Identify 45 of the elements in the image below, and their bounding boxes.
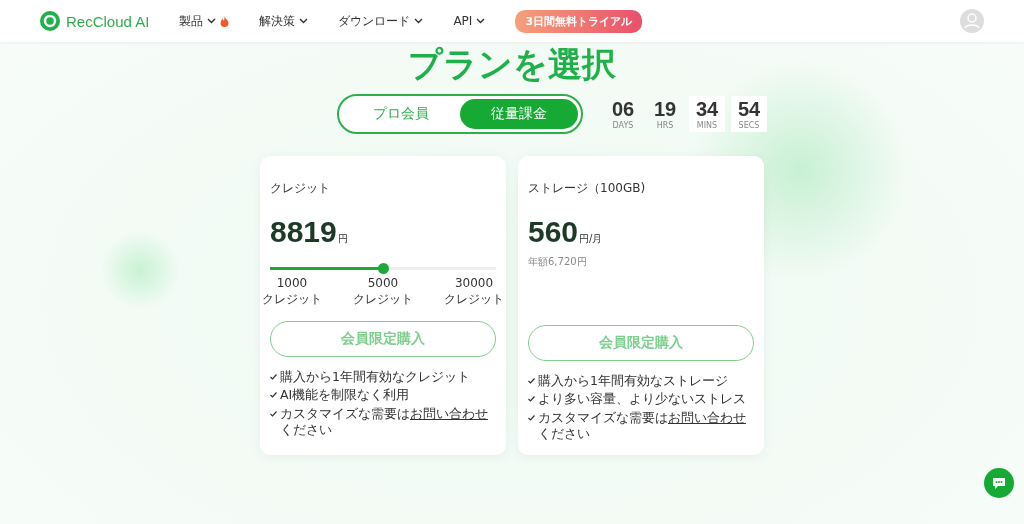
countdown-unit: SECS bbox=[738, 121, 760, 130]
slider-thumb[interactable] bbox=[378, 263, 389, 274]
slider-tick-label: 30000 クレジット bbox=[444, 276, 504, 308]
feature-text: カスタマイズな需要はお問い合わせ ください bbox=[280, 405, 489, 439]
price-unit: 円/月 bbox=[579, 232, 603, 246]
flame-icon bbox=[220, 15, 230, 27]
countdown-unit: HRS bbox=[656, 121, 674, 130]
contact-link[interactable]: お問い合わせ bbox=[410, 405, 488, 421]
chat-icon[interactable] bbox=[984, 468, 1014, 498]
feature-text: カスタマイズな需要はお問い合わせ ください bbox=[538, 409, 747, 442]
countdown-unit: DAYS bbox=[612, 121, 634, 130]
check-icon bbox=[270, 410, 277, 417]
countdown-value: 19 bbox=[653, 98, 677, 121]
feature-text: 購入から1年間有効なクレジット bbox=[280, 369, 470, 386]
check-icon bbox=[270, 374, 277, 381]
check-icon bbox=[528, 378, 535, 384]
nav-item[interactable]: 製品 bbox=[179, 12, 204, 30]
annual-price: 年額6,720円 bbox=[528, 255, 588, 269]
slider-tick-label: 5000 クレジット bbox=[353, 276, 413, 308]
check-icon bbox=[270, 392, 277, 399]
check-icon bbox=[528, 396, 535, 403]
chevron-down-icon bbox=[414, 18, 424, 24]
page-title: プランを選択 bbox=[407, 43, 617, 86]
slider-tick-label: 1000 クレジット bbox=[262, 276, 322, 308]
check-icon bbox=[528, 414, 535, 421]
price-unit: 円 bbox=[337, 232, 348, 246]
plan-name: ストレージ（100GB) bbox=[528, 180, 647, 197]
nav-item[interactable]: 解決策 bbox=[259, 12, 296, 30]
feature-text: AI機能を制限なく利用 bbox=[280, 387, 410, 404]
countdown-value: 34 bbox=[695, 98, 719, 121]
price-value: 560 bbox=[528, 215, 579, 249]
chevron-down-icon bbox=[299, 18, 309, 24]
chevron-down-icon bbox=[476, 18, 486, 24]
nav-item[interactable]: API bbox=[453, 14, 473, 28]
plan-name: クレジット bbox=[270, 180, 331, 197]
countdown-value: 06 bbox=[611, 98, 635, 121]
countdown-unit: MINS bbox=[696, 121, 718, 130]
logo-icon bbox=[40, 11, 60, 31]
contact-link[interactable]: お問い合わせ bbox=[668, 409, 746, 425]
price-value: 8819 bbox=[270, 215, 337, 249]
countdown-value: 54 bbox=[737, 98, 761, 121]
feature-text: 購入から1年間有効なストレージ bbox=[538, 373, 728, 390]
nav-item[interactable]: ダウンロード bbox=[338, 12, 411, 30]
feature-text: より多い容量、より少ないストレス bbox=[538, 391, 746, 408]
chevron-down-icon bbox=[207, 18, 217, 24]
